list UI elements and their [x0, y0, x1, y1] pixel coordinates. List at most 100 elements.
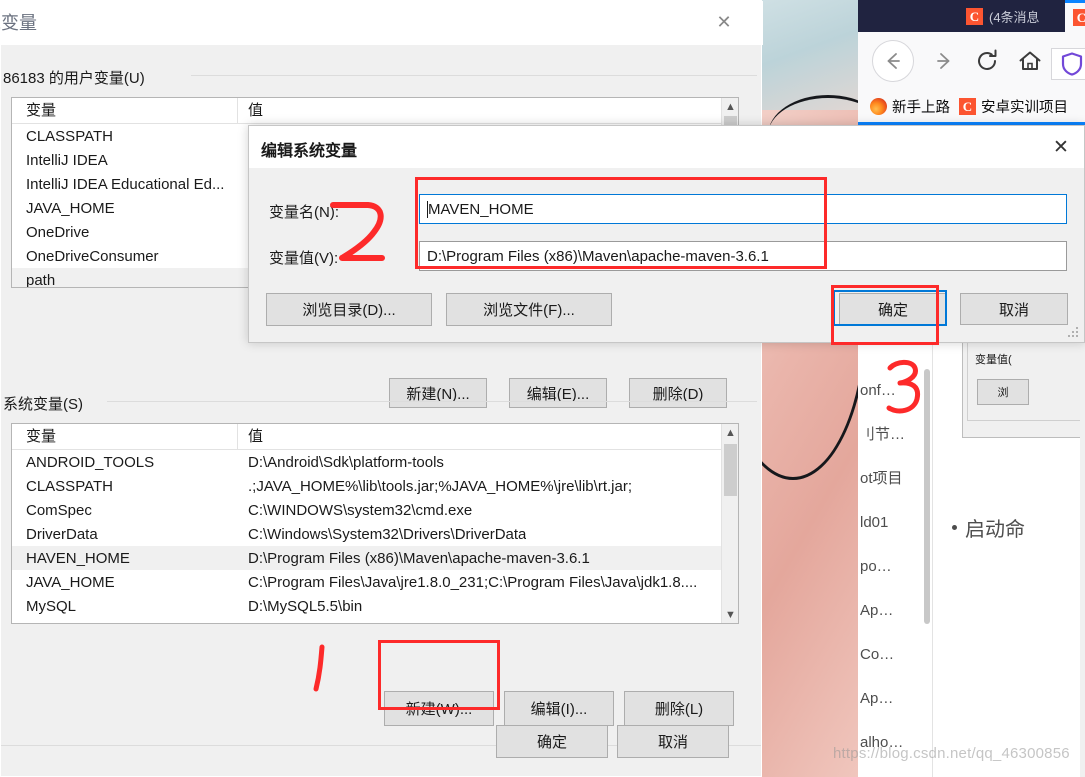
chevron-up-icon[interactable]: ▲: [722, 424, 738, 441]
desktop-wallpaper: [760, 0, 858, 777]
chevron-up-icon[interactable]: ▲: [722, 98, 738, 115]
resize-grip-icon[interactable]: [1068, 327, 1080, 339]
toc-item-4[interactable]: po…: [858, 545, 924, 589]
system-var-value: .;JAVA_HOME%\lib\tools.jar;%JAVA_HOME%\j…: [248, 477, 632, 495]
embedded-browse-button: 浏: [977, 379, 1029, 405]
user-var-name: OneDriveConsumer: [26, 247, 159, 265]
back-button[interactable]: [872, 40, 914, 82]
edit-ok-button[interactable]: 确定: [839, 293, 947, 325]
close-icon[interactable]: ✕: [709, 9, 739, 35]
user-list-header: 变量 值: [12, 98, 738, 124]
system-var-value: C:\Program Files\Java\jre1.8.0_231;C:\Pr…: [248, 573, 698, 591]
toc-item-7[interactable]: Ap…: [858, 677, 924, 721]
edit-system-variable-dialog: 编辑系统变量 ✕ 变量名(N): 变量值(V): MAVEN_HOME D:\P…: [248, 125, 1085, 343]
toc-item-1[interactable]: 刂节…: [858, 413, 924, 457]
browser-tab-0-label: (4条消息: [989, 9, 1040, 25]
browse-directory-button[interactable]: 浏览目录(D)...: [266, 293, 432, 326]
system-var-value: D:\MySQL5.5\bin: [248, 597, 363, 615]
bookmark-1-label: 安卓实训项目: [981, 99, 1068, 116]
user-col-value: 值: [248, 101, 264, 119]
system-var-value: D:\Program Files (x86)\Maven\apache-mave…: [248, 549, 590, 567]
cancel-button[interactable]: 取消: [617, 725, 729, 758]
article-bullet-2: 启动命: [952, 513, 1025, 542]
user-delete-button[interactable]: 删除(D): [629, 378, 727, 408]
edit-dialog-titlebar: 编辑系统变量 ✕: [249, 126, 1084, 168]
scrollbar-thumb[interactable]: [724, 444, 737, 496]
table-row[interactable]: ANDROID_TOOLS D:\Android\Sdk\platform-to…: [12, 450, 738, 474]
browser-bookmarks-bar: 新手上路 C 安卓实训项目: [858, 90, 1085, 122]
system-edit-button[interactable]: 编辑(I)...: [504, 691, 614, 726]
system-list-scrollbar[interactable]: ▲ ▼: [721, 424, 738, 623]
arrow-left-icon: [880, 48, 906, 74]
system-variables-group-label: 系统变量(S): [3, 393, 89, 414]
system-variables-listbox[interactable]: 变量 值 ANDROID_TOOLS D:\Android\Sdk\platfo…: [11, 423, 739, 624]
bookmark-0-label: 新手上路: [892, 99, 950, 116]
system-group-divider: [107, 401, 757, 402]
user-edit-button[interactable]: 编辑(E)...: [509, 378, 607, 408]
table-row[interactable]: HAVEN_HOME D:\Program Files (x86)\Maven\…: [12, 546, 738, 570]
toc-item-0[interactable]: onf…: [858, 369, 924, 413]
forward-button[interactable]: [931, 48, 957, 74]
system-var-name: JAVA_HOME: [26, 573, 115, 591]
bookmark-0[interactable]: 新手上路: [870, 96, 950, 117]
toc-item-6[interactable]: Co…: [858, 633, 924, 677]
system-var-name: MySQL: [26, 597, 77, 615]
table-row[interactable]: DriverData C:\Windows\System32\Drivers\D…: [12, 522, 738, 546]
user-var-name: path: [26, 271, 56, 288]
system-list-header: 变量 值: [12, 424, 738, 450]
toc-item-5[interactable]: Ap…: [858, 589, 924, 633]
close-icon[interactable]: ✕: [1038, 126, 1084, 168]
system-var-name: DriverData: [26, 525, 98, 543]
browse-file-button[interactable]: 浏览文件(F)...: [446, 293, 612, 326]
system-var-value: C:\WINDOWS\system32\cmd.exe: [248, 501, 473, 519]
browser-tab-0[interactable]: C (4条消息: [958, 0, 1065, 32]
user-variables-group-label: 86183 的用户变量(U): [3, 67, 151, 88]
bookmark-1[interactable]: C 安卓实训项目: [959, 96, 1068, 117]
variable-value-value: D:\Program Files (x86)\Maven\apache-mave…: [427, 247, 769, 265]
user-var-name: IntelliJ IDEA: [26, 151, 108, 169]
user-col-name: 变量: [12, 98, 238, 124]
environment-variables-window: 境变量 ✕ 86183 的用户变量(U) 变量 值 CLASSPATH .;C: [0, 0, 763, 777]
browser-tab-1[interactable]: C Spri: [1065, 0, 1085, 32]
system-col-value: 值: [248, 427, 264, 445]
variable-name-value: MAVEN_HOME: [428, 200, 534, 218]
toc-item-3[interactable]: ld01: [858, 501, 924, 545]
variable-name-label: 变量名(N):: [269, 204, 339, 221]
variable-value-input[interactable]: D:\Program Files (x86)\Maven\apache-mave…: [419, 241, 1067, 271]
table-row[interactable]: CLASSPATH .;JAVA_HOME%\lib\tools.jar;%JA…: [12, 474, 738, 498]
system-var-value: C:\Windows\System32\Drivers\DriverData: [248, 525, 527, 543]
table-row[interactable]: MySQL D:\MySQL5.5\bin: [12, 594, 738, 618]
csdn-icon: C: [966, 7, 983, 25]
home-icon[interactable]: [1017, 48, 1043, 74]
bullet-icon: [952, 525, 957, 530]
embedded-value-label: 变量值(: [975, 354, 1012, 366]
system-new-button[interactable]: 新建(W)...: [384, 691, 494, 726]
shield-icon[interactable]: [1051, 48, 1085, 80]
sidebar-scrollbar-thumb[interactable]: [924, 369, 930, 624]
user-var-name: IntelliJ IDEA Educational Ed...: [26, 175, 225, 193]
variable-name-input[interactable]: MAVEN_HOME: [419, 194, 1067, 224]
window-title: 境变量: [0, 13, 37, 33]
user-var-name: OneDrive: [26, 223, 90, 241]
reload-icon[interactable]: [974, 48, 1000, 74]
table-row[interactable]: MYSQL_HOME C:\ProgramData\Microsoft\Wind…: [12, 618, 738, 624]
system-var-name: CLASSPATH: [26, 477, 113, 495]
table-row[interactable]: ComSpec C:\WINDOWS\system32\cmd.exe: [12, 498, 738, 522]
browser-tab-bar: C (4条消息 C Spri: [858, 0, 1085, 32]
system-var-value: D:\Android\Sdk\platform-tools: [248, 453, 444, 471]
browser-nav-bar: [858, 32, 1085, 90]
article-bullet-2-text: 启动命: [965, 519, 1025, 541]
chevron-down-icon[interactable]: ▼: [722, 606, 738, 623]
toc-item-2[interactable]: ot项目: [858, 457, 924, 501]
csdn-icon: C: [959, 97, 976, 115]
screen: C (4条消息 C Spri: [0, 0, 1085, 777]
system-var-name: ComSpec: [26, 501, 92, 519]
system-delete-button[interactable]: 删除(L): [624, 691, 734, 726]
system-var-name: ANDROID_TOOLS: [26, 453, 155, 471]
table-row[interactable]: JAVA_HOME C:\Program Files\Java\jre1.8.0…: [12, 570, 738, 594]
user-new-button[interactable]: 新建(N)...: [389, 378, 487, 408]
edit-cancel-button[interactable]: 取消: [960, 293, 1068, 325]
system-var-name: HAVEN_HOME: [26, 549, 130, 567]
ok-button[interactable]: 确定: [496, 725, 608, 758]
system-var-value: C:\ProgramData\Microsoft\Windows\Start M…: [238, 622, 650, 624]
